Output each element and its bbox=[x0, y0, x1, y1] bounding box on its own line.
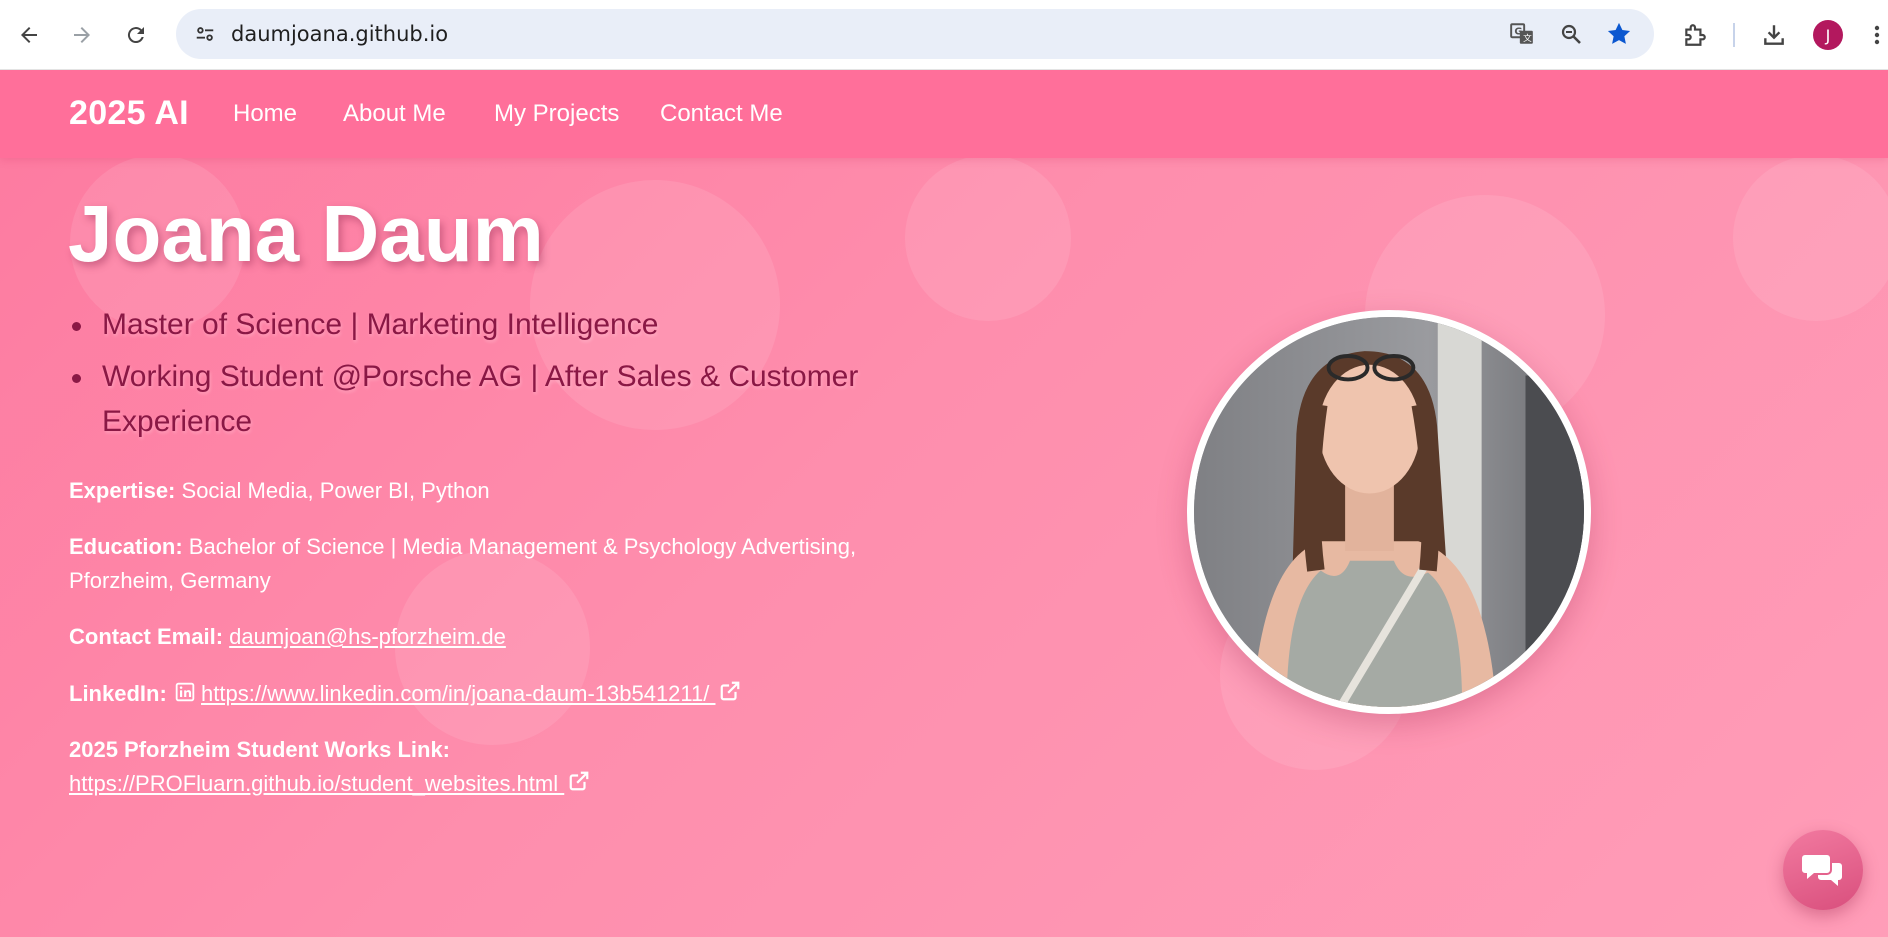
translate-icon[interactable]: G文 bbox=[1508, 20, 1536, 48]
profile-photo bbox=[1187, 310, 1591, 714]
zoom-icon[interactable] bbox=[1557, 20, 1585, 48]
student-works-label: 2025 Pforzheim Student Works Link: bbox=[69, 737, 451, 762]
email-label: Contact Email: bbox=[69, 624, 224, 649]
education-label: Education: bbox=[69, 534, 183, 559]
bullet-text: Working Student @Porsche AG | After Sale… bbox=[102, 360, 859, 438]
education-line: Education: Bachelor of Science | Media M… bbox=[69, 530, 909, 598]
nav-home[interactable]: Home bbox=[233, 100, 297, 128]
bullet-item: Working Student @Porsche AG | After Sale… bbox=[68, 354, 908, 444]
reload-button[interactable] bbox=[118, 17, 154, 53]
browser-toolbar: daumjoana.github.io G文 J bbox=[0, 0, 1888, 70]
student-works-link[interactable]: https://PROFluarn.github.io/student_webs… bbox=[69, 771, 564, 796]
site-brand[interactable]: 2025 AI bbox=[69, 94, 189, 133]
email-link[interactable]: daumjoan@hs-pforzheim.de bbox=[229, 624, 506, 649]
web-page: 2025 AI Home About Me My Projects Contac… bbox=[0, 70, 1888, 937]
chat-button[interactable] bbox=[1783, 830, 1863, 910]
forward-arrow-icon bbox=[74, 27, 90, 43]
back-arrow-icon bbox=[21, 27, 37, 43]
bookmark-star-icon[interactable] bbox=[1605, 20, 1633, 48]
hero-name: Joana Daum bbox=[68, 189, 544, 278]
more-vert-icon[interactable] bbox=[1866, 17, 1888, 53]
chat-icon bbox=[1802, 855, 1842, 886]
linkedin-label: LinkedIn: bbox=[69, 681, 167, 706]
education-value: Bachelor of Science | Media Management &… bbox=[69, 534, 857, 593]
decor-bubble bbox=[905, 155, 1071, 321]
site-navbar: 2025 AI Home About Me My Projects Contac… bbox=[0, 70, 1888, 158]
forward-button[interactable] bbox=[64, 17, 100, 53]
linkedin-line: LinkedIn: https://www.linkedin.com/in/jo… bbox=[69, 677, 909, 712]
expertise-value: Social Media, Power BI, Python bbox=[181, 478, 490, 503]
download-icon[interactable] bbox=[1756, 17, 1792, 53]
expertise-label: Expertise: bbox=[69, 478, 176, 503]
extensions-icon[interactable] bbox=[1677, 17, 1713, 53]
url-text[interactable]: daumjoana.github.io bbox=[231, 22, 448, 46]
bullet-text: Master of Science | Marketing Intelligen… bbox=[102, 308, 659, 341]
bullet-item: Master of Science | Marketing Intelligen… bbox=[68, 302, 908, 347]
nav-about-me[interactable]: About Me bbox=[343, 100, 446, 128]
nav-my-projects[interactable]: My Projects bbox=[494, 100, 619, 128]
expertise-line: Expertise: Social Media, Power BI, Pytho… bbox=[69, 474, 909, 508]
toolbar-divider bbox=[1733, 23, 1735, 47]
external-link-icon[interactable] bbox=[719, 678, 741, 712]
bullet-dot bbox=[72, 374, 81, 383]
address-bar[interactable]: daumjoana.github.io G文 bbox=[176, 9, 1654, 59]
external-link-icon[interactable] bbox=[568, 768, 590, 802]
bullet-dot bbox=[72, 322, 81, 331]
student-works-line: 2025 Pforzheim Student Works Link: https… bbox=[69, 733, 909, 802]
hero-bullet-list: Master of Science | Marketing Intelligen… bbox=[68, 302, 908, 451]
svg-text:文: 文 bbox=[1523, 32, 1532, 44]
linkedin-link[interactable]: https://www.linkedin.com/in/joana-daum-1… bbox=[201, 681, 715, 706]
email-line: Contact Email: daumjoan@hs-pforzheim.de bbox=[69, 620, 909, 654]
reload-icon bbox=[127, 27, 144, 44]
profile-avatar[interactable]: J bbox=[1813, 20, 1843, 50]
nav-contact-me[interactable]: Contact Me bbox=[660, 100, 783, 128]
back-button[interactable] bbox=[11, 17, 47, 53]
linkedin-icon bbox=[175, 678, 195, 712]
site-info-icon[interactable] bbox=[190, 19, 220, 49]
decor-bubble bbox=[1733, 155, 1888, 321]
